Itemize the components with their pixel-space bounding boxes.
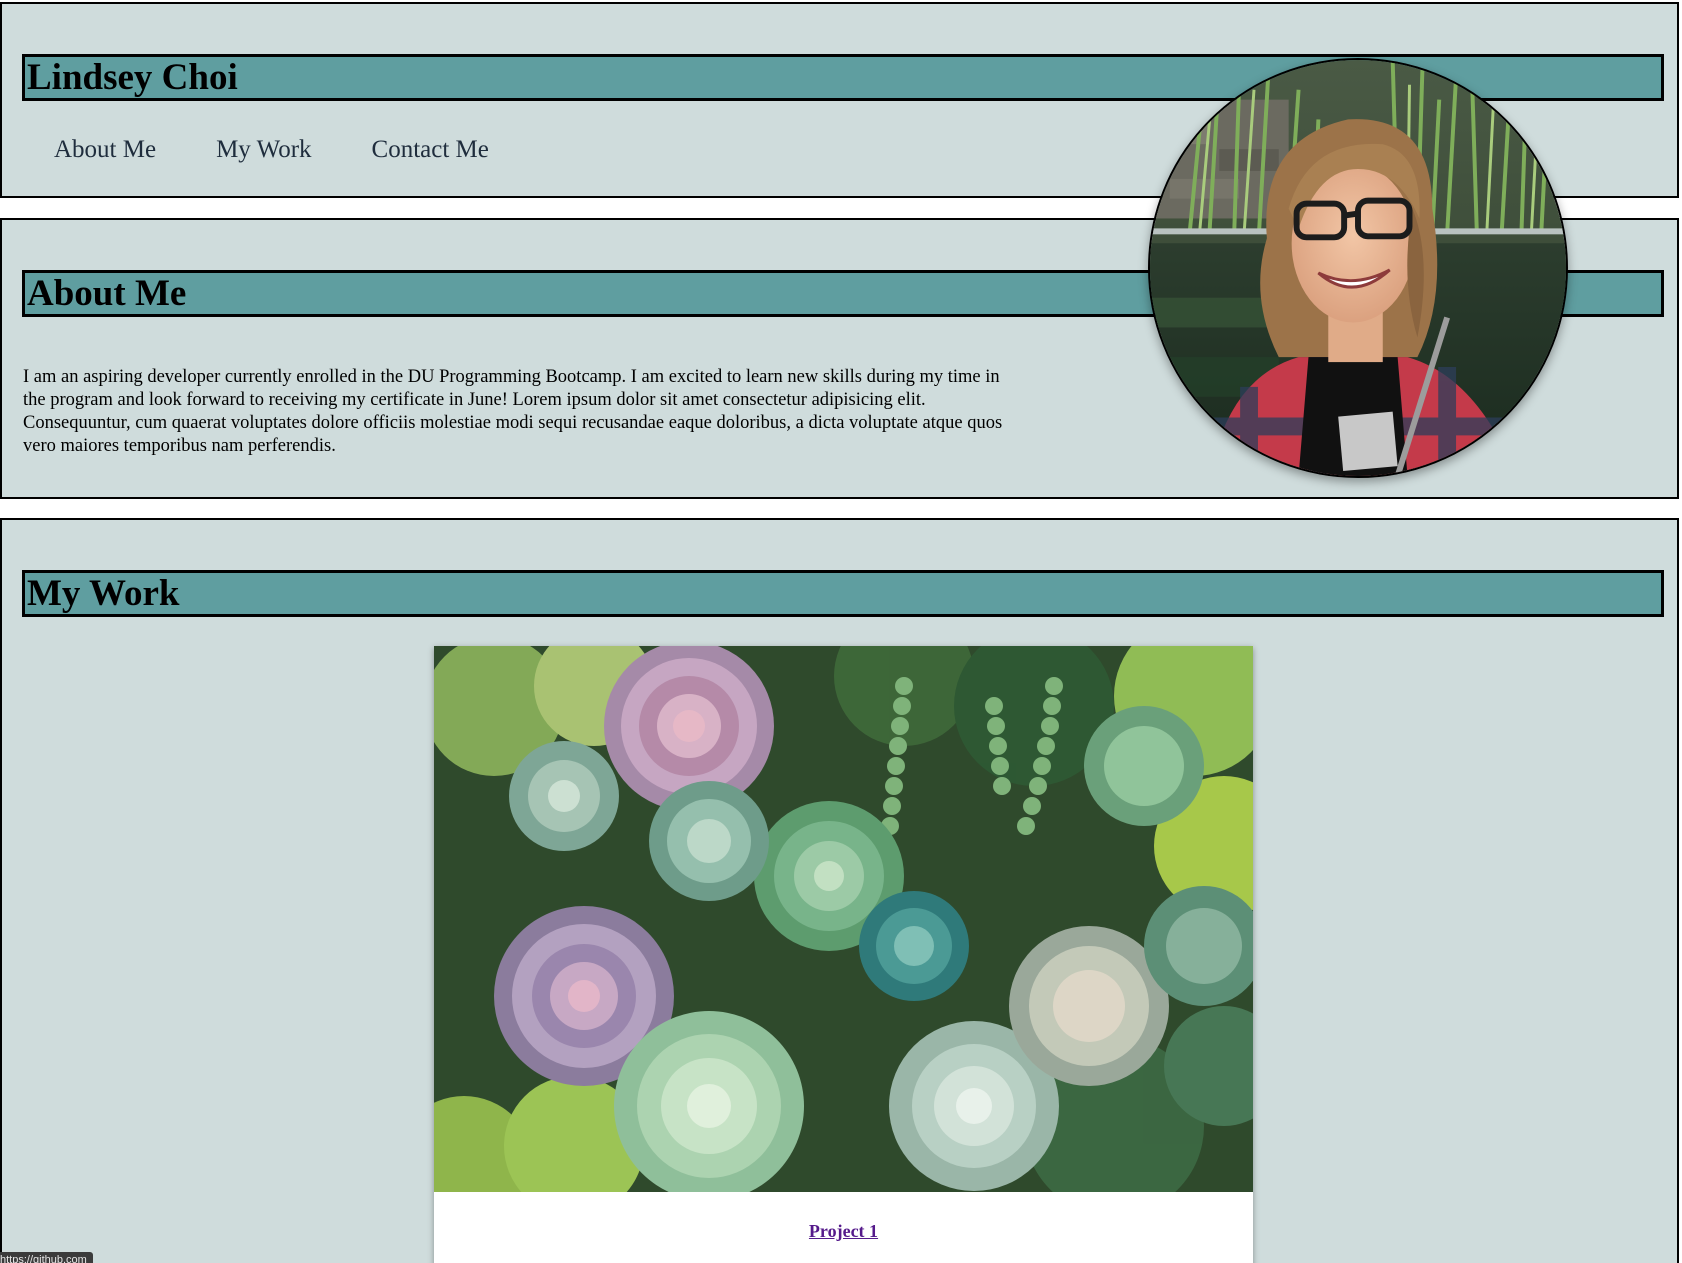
profile-photo-graphic	[1150, 60, 1566, 476]
nav-link-my-work[interactable]: My Work	[216, 136, 311, 164]
project-card: Project 1	[434, 646, 1253, 1263]
my-work-heading: My Work	[22, 570, 1664, 617]
succulents-image-graphic	[434, 646, 1253, 1192]
my-work-section: My Work Project 1	[0, 518, 1679, 1263]
main-nav: About Me My Work Contact Me	[54, 136, 549, 164]
about-text: I am an aspiring developer currently enr…	[23, 367, 1003, 456]
profile-photo	[1148, 58, 1568, 478]
nav-link-about-me[interactable]: About Me	[54, 136, 156, 164]
nav-link-contact-me[interactable]: Contact Me	[372, 136, 489, 164]
browser-status-bar: https://github.com	[0, 1252, 93, 1263]
project-link-container: Project 1	[434, 1221, 1253, 1242]
project-image[interactable]	[434, 646, 1253, 1192]
project-1-link[interactable]: Project 1	[809, 1221, 878, 1241]
